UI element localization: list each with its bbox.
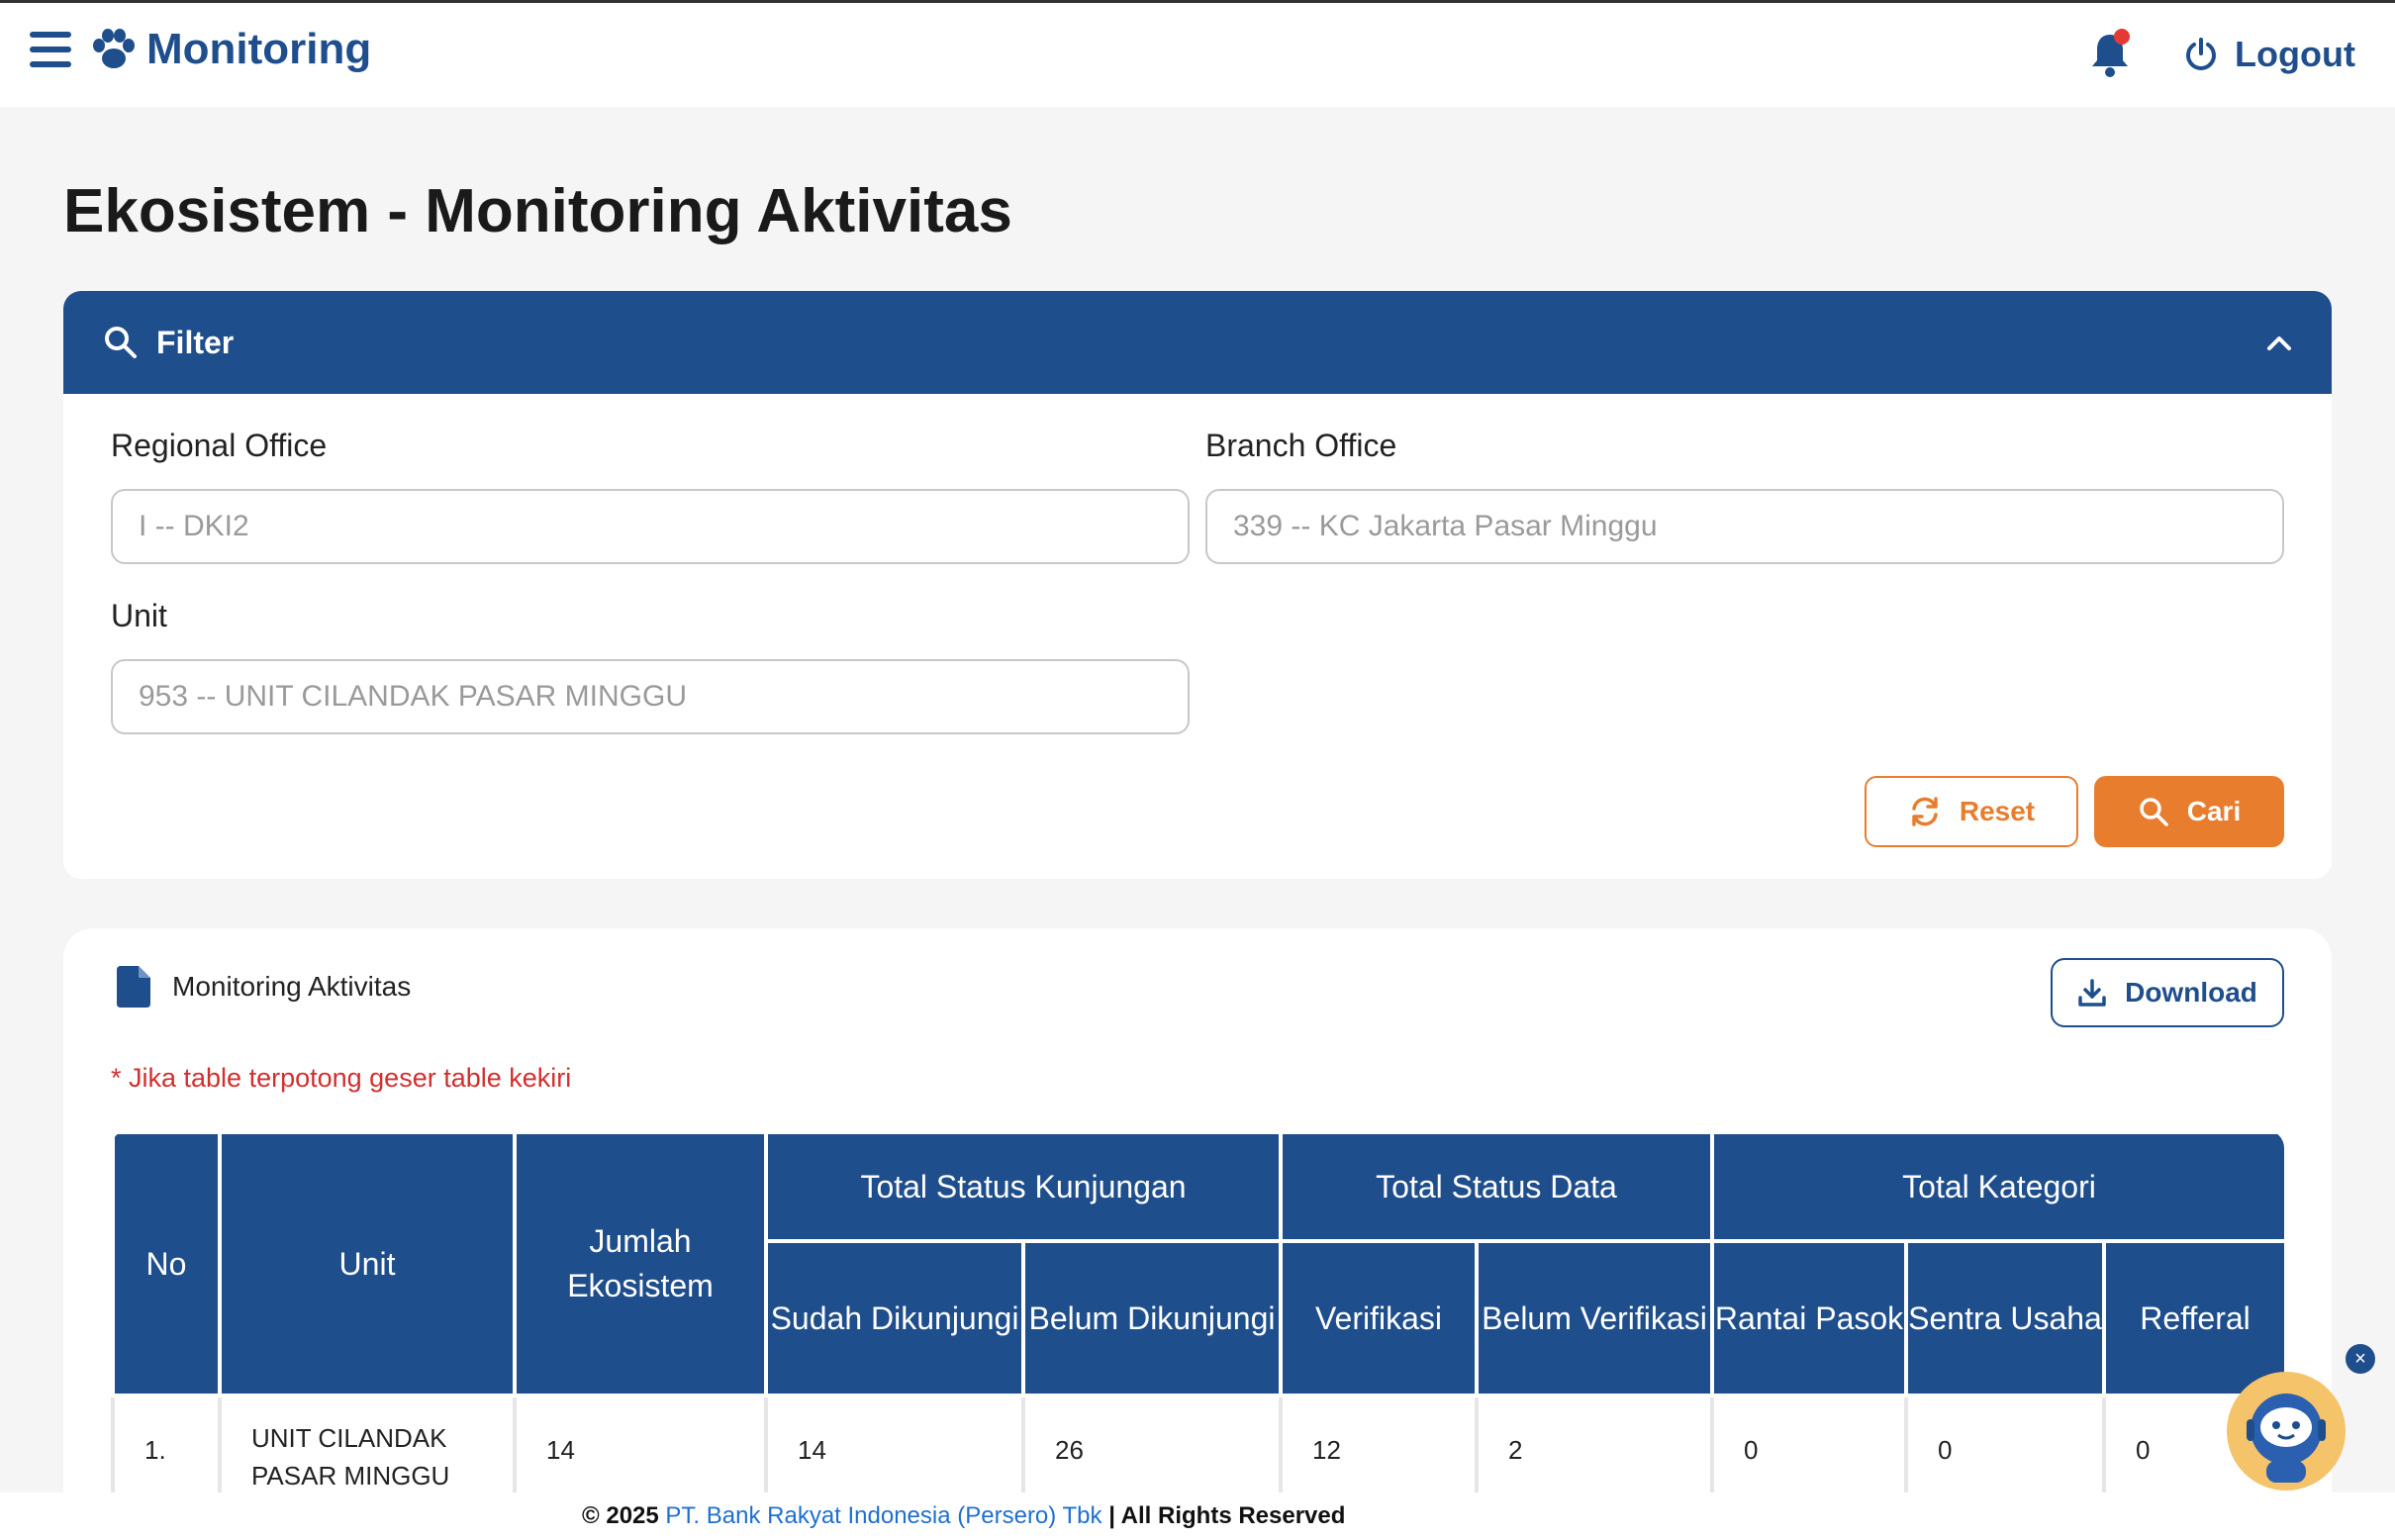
filter-card: Filter Regional Office Branch Office Uni… xyxy=(63,291,2332,879)
footer: © 2025 PT. Bank Rakyat Indonesia (Perser… xyxy=(0,1492,2395,1540)
logout-label: Logout xyxy=(2235,34,2355,74)
download-button[interactable]: Download xyxy=(2051,958,2284,1027)
filter-header-toggle[interactable]: Filter xyxy=(63,291,2332,394)
nav-left: Monitoring xyxy=(30,25,371,74)
search-button[interactable]: Cari xyxy=(2094,776,2284,847)
footer-copyright: © 2025 xyxy=(582,1502,659,1529)
notification-button[interactable] xyxy=(2088,29,2132,78)
page-title: Ekosistem - Monitoring Aktivitas xyxy=(63,177,1012,245)
header-group-kunjungan: Total Status Kunjungan xyxy=(764,1130,1283,1243)
unit-label: Unit xyxy=(111,598,167,633)
header-group-status-data: Total Status Data xyxy=(1279,1130,1714,1243)
robot-icon xyxy=(2247,1394,2326,1483)
search-label: Cari xyxy=(2186,796,2242,826)
chatbot-close-icon[interactable]: × xyxy=(2346,1344,2375,1374)
header-verifikasi: Verifikasi xyxy=(1279,1239,1479,1397)
header-no: No xyxy=(111,1130,222,1397)
search-icon xyxy=(105,327,137,358)
card-title: Monitoring Aktivitas xyxy=(172,971,412,1002)
brand-title: Monitoring xyxy=(146,25,372,73)
cell-jumlah: 14 xyxy=(513,1394,768,1506)
scroll-note: * Jika table terpotong geser table kekir… xyxy=(111,1063,572,1093)
cell-rantai: 0 xyxy=(1710,1394,1908,1506)
search-icon xyxy=(2140,798,2168,826)
top-navbar: Monitoring Logout xyxy=(0,0,2395,107)
notification-dot xyxy=(2114,29,2131,45)
regional-office-label: Regional Office xyxy=(111,428,328,463)
cell-belum: 26 xyxy=(1021,1394,1283,1506)
document-icon xyxy=(117,966,150,1008)
regional-office-input[interactable] xyxy=(111,489,1190,564)
filter-title: Filter xyxy=(156,324,235,360)
chevron-up-icon[interactable] xyxy=(2266,334,2292,351)
chatbot-avatar-button[interactable] xyxy=(2227,1372,2346,1491)
header-jumlah-ekosistem: Jumlah Ekosistem xyxy=(513,1130,768,1397)
menu-icon[interactable] xyxy=(30,32,71,67)
download-label: Download xyxy=(2125,977,2257,1008)
header-sudah-dikunjungi: Sudah Dikunjungi xyxy=(764,1239,1025,1397)
card-header: Monitoring Aktivitas xyxy=(117,966,411,1008)
footer-rights: | All Rights Reserved xyxy=(1108,1502,1346,1529)
cell-sentra: 0 xyxy=(1904,1394,2106,1506)
branch-office-input[interactable] xyxy=(1205,489,2284,564)
reset-label: Reset xyxy=(1959,796,2036,826)
nav-right: Logout xyxy=(2088,29,2355,78)
header-belum-verifikasi: Belum Verifikasi xyxy=(1475,1239,1714,1397)
download-icon xyxy=(2078,979,2106,1007)
cell-sudah: 14 xyxy=(764,1394,1025,1506)
refresh-icon xyxy=(1912,797,1938,826)
header-group-kategori: Total Kategori xyxy=(1709,1130,2284,1243)
monitoring-table: No Unit Jumlah Ekosistem Total Status Ku… xyxy=(111,1130,2284,1506)
header-rantai-pasok: Rantai Pasok xyxy=(1710,1239,1908,1397)
cell-unit: UNIT CILANDAK PASAR MINGGU xyxy=(218,1394,517,1506)
header-unit: Unit xyxy=(218,1130,517,1397)
unit-input[interactable] xyxy=(111,659,1190,734)
monitoring-table-card: Monitoring Aktivitas Download * Jika tab… xyxy=(63,928,2332,1540)
header-belum-dikunjungi: Belum Dikunjungi xyxy=(1021,1239,1283,1397)
branch-office-label: Branch Office xyxy=(1205,428,1397,463)
power-icon xyxy=(2186,38,2216,70)
reset-button[interactable]: Reset xyxy=(1865,776,2078,847)
paw-logo-icon xyxy=(93,29,135,68)
footer-company-link[interactable]: PT. Bank Rakyat Indonesia (Persero) Tbk xyxy=(665,1502,1102,1529)
table-row: 1. UNIT CILANDAK PASAR MINGGU 14 14 26 1… xyxy=(111,1394,2284,1506)
logout-button[interactable]: Logout xyxy=(2183,34,2355,75)
cell-belum-verifikasi: 2 xyxy=(1475,1394,1714,1506)
cell-no: 1. xyxy=(111,1394,222,1506)
header-sentra-usaha: Sentra Usaha xyxy=(1904,1239,2106,1397)
table-scroll-container[interactable]: No Unit Jumlah Ekosistem Total Status Ku… xyxy=(111,1130,2284,1540)
cell-verifikasi: 12 xyxy=(1279,1394,1479,1506)
